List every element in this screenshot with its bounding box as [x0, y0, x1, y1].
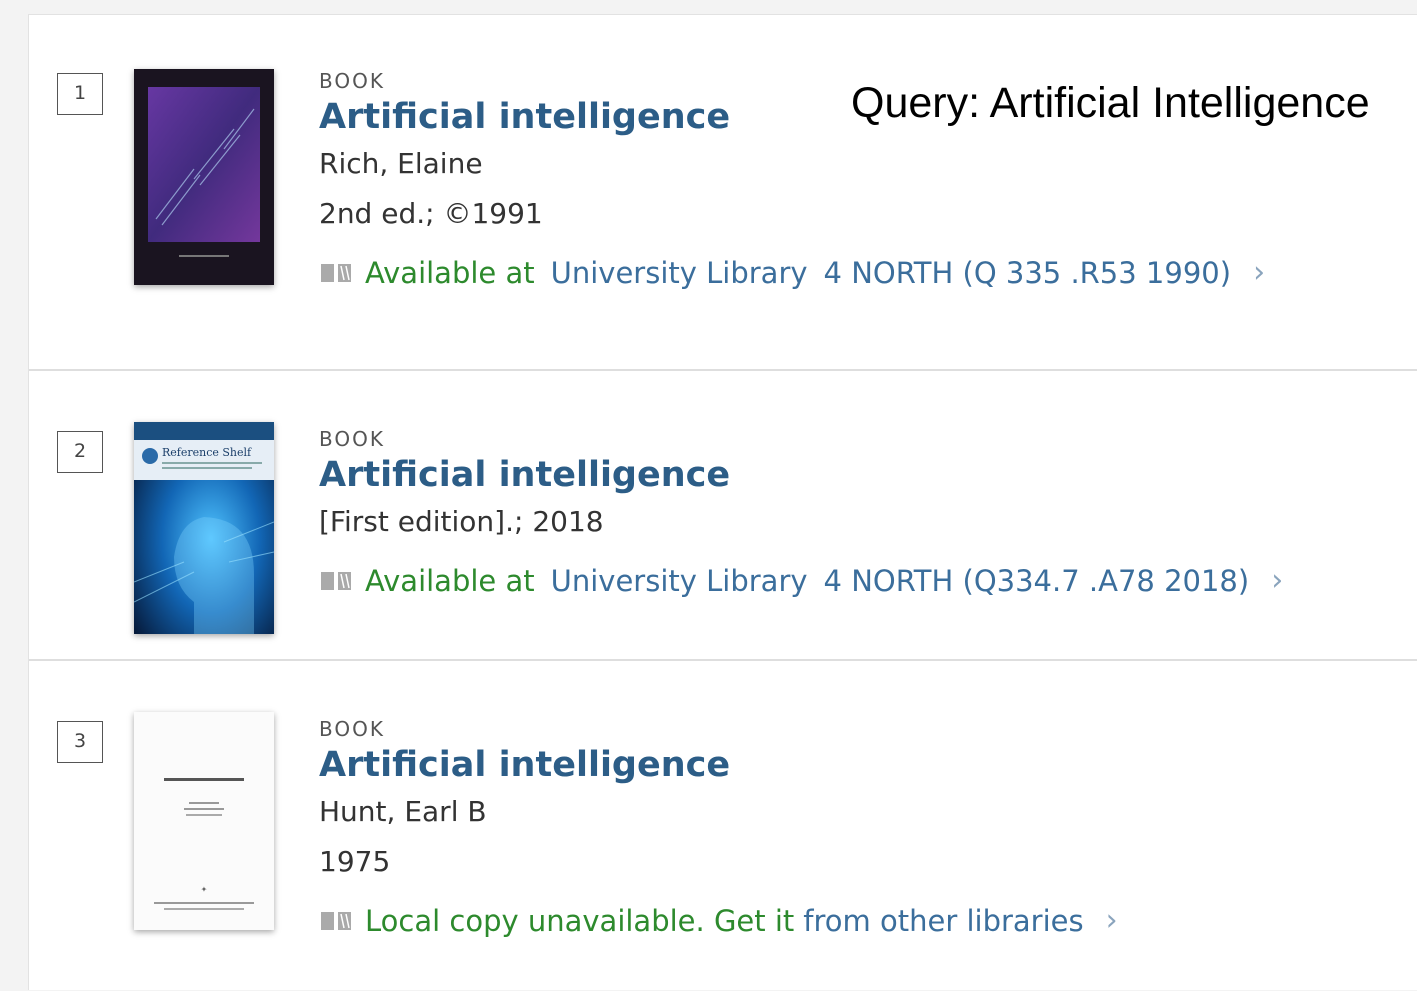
availability-status: Local copy unavailable. Get it [365, 904, 795, 938]
svg-text:✦: ✦ [201, 885, 208, 894]
book-cover-thumbnail[interactable]: ✦ [134, 712, 274, 930]
result-details: BOOK Artificial intelligence Hunt, Earl … [319, 715, 1118, 941]
result-number: 2 [57, 431, 103, 473]
cover-art-1 [134, 69, 274, 285]
library-name: University Library [550, 564, 808, 598]
result-details: BOOK Artificial intelligence [First edit… [319, 425, 1283, 601]
result-author: Rich, Elaine [319, 147, 483, 180]
book-icon [321, 264, 351, 282]
cover-series-label: Reference Shelf [162, 446, 252, 459]
availability-status: Available at [365, 564, 535, 598]
result-item: 1 BOOK Artificial intelligence Rich, Ela… [29, 15, 1417, 371]
result-edition: 1975 [319, 845, 391, 878]
resource-type: BOOK [319, 69, 385, 93]
book-cover-thumbnail[interactable]: Reference Shelf [134, 422, 274, 634]
other-libraries-link[interactable]: from other libraries [803, 901, 1083, 941]
results-list: Query: Artificial Intelligence 1 BOOK Ar… [28, 14, 1417, 990]
chevron-right-icon: › [1271, 563, 1284, 598]
cover-art-2: Reference Shelf [134, 422, 274, 634]
result-edition: 2nd ed.; ©1991 [319, 197, 543, 230]
result-title-link[interactable]: Artificial intelligence [319, 453, 1283, 497]
chevron-right-icon: › [1105, 903, 1118, 938]
shelf-location: 4 NORTH (Q334.7 .A78 2018) [823, 564, 1250, 598]
availability-link[interactable]: Local copy unavailable. Get it from othe… [319, 901, 1118, 941]
book-icon [321, 572, 351, 590]
book-icon [321, 912, 351, 930]
library-name: University Library [550, 256, 808, 290]
book-cover-thumbnail[interactable] [134, 69, 274, 285]
chevron-right-icon: › [1253, 255, 1266, 290]
result-edition: [First edition].; 2018 [319, 505, 604, 538]
shelf-location: 4 NORTH (Q 335 .R53 1990) [823, 256, 1232, 290]
result-author: Hunt, Earl B [319, 795, 487, 828]
cover-art-3: ✦ [134, 712, 274, 930]
availability-link[interactable]: Available at University Library 4 NORTH … [319, 561, 1283, 601]
availability-status: Available at [365, 256, 535, 290]
result-details: BOOK Artificial intelligence Rich, Elain… [319, 67, 1265, 293]
result-item: 2 Reference Shelf BOOK Artificial intell… [29, 373, 1417, 661]
result-number: 1 [57, 73, 103, 115]
availability-link[interactable]: Available at University Library 4 NORTH … [319, 253, 1265, 293]
resource-type: BOOK [319, 717, 385, 741]
result-title-link[interactable]: Artificial intelligence [319, 95, 1265, 139]
result-item: 3 ✦ BOOK Artificial intelligence Hunt, E… [29, 663, 1417, 991]
result-title-link[interactable]: Artificial intelligence [319, 743, 1118, 787]
resource-type: BOOK [319, 427, 385, 451]
result-number: 3 [57, 721, 103, 763]
